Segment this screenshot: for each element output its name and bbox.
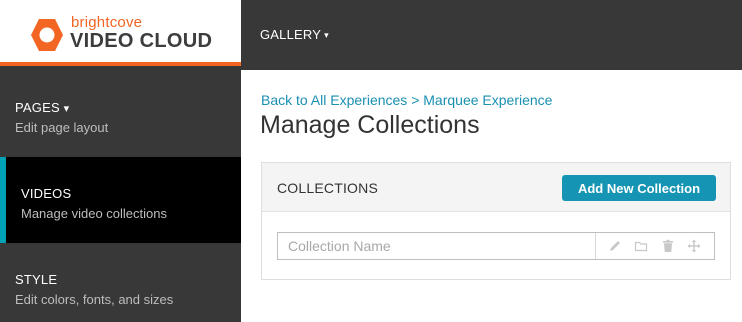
- move-icon[interactable]: [687, 239, 701, 253]
- sidebar-item-pages[interactable]: PAGES ▾ Edit page layout: [0, 71, 241, 157]
- folder-icon[interactable]: [634, 239, 648, 253]
- sidebar-item-subtitle: Edit page layout: [15, 120, 109, 135]
- top-bar: GALLERY ▾: [241, 0, 742, 70]
- chevron-down-icon: ▾: [324, 30, 329, 40]
- breadcrumb-separator: >: [411, 92, 420, 108]
- page-title: Manage Collections: [260, 111, 480, 139]
- breadcrumb-current-link[interactable]: Marquee Experience: [423, 92, 552, 108]
- panel-header: COLLECTIONS Add New Collection: [262, 163, 730, 212]
- sidebar: brightcove VIDEO CLOUD PAGES ▾ Edit page…: [0, 0, 241, 322]
- chevron-down-icon: ▾: [63, 103, 70, 115]
- sidebar-item-style[interactable]: STYLE Edit colors, fonts, and sizes: [0, 243, 241, 322]
- pencil-icon[interactable]: [608, 239, 622, 253]
- sidebar-item-label: PAGES: [15, 100, 60, 115]
- add-new-collection-button[interactable]: Add New Collection: [562, 175, 716, 201]
- active-indicator: [0, 157, 6, 243]
- breadcrumb-back-link[interactable]: Back to All Experiences: [261, 92, 407, 108]
- breadcrumb: Back to All Experiences > Marquee Experi…: [261, 92, 552, 108]
- sidebar-item-label: VIDEOS: [21, 186, 72, 201]
- sidebar-item-label: STYLE: [15, 272, 58, 287]
- panel-title: COLLECTIONS: [277, 180, 378, 196]
- collection-name-input[interactable]: [278, 233, 596, 259]
- brand-logo[interactable]: brightcove VIDEO CLOUD: [0, 0, 241, 66]
- brand-small-text: brightcove: [71, 14, 143, 31]
- sidebar-item-videos[interactable]: VIDEOS Manage video collections: [0, 157, 241, 243]
- gallery-menu[interactable]: GALLERY ▾: [260, 27, 329, 42]
- app: brightcove VIDEO CLOUD PAGES ▾ Edit page…: [0, 0, 742, 322]
- sidebar-item-pages-title: PAGES ▾: [15, 100, 69, 115]
- trash-icon[interactable]: [661, 239, 675, 253]
- sidebar-item-subtitle: Edit colors, fonts, and sizes: [15, 292, 174, 307]
- sidebar-item-subtitle: Manage video collections: [21, 206, 167, 221]
- brand-big-text: VIDEO CLOUD: [70, 30, 213, 52]
- collection-row: [277, 232, 715, 260]
- brightcove-logo-icon: [31, 19, 63, 51]
- gallery-menu-label: GALLERY: [260, 27, 322, 42]
- collections-panel: COLLECTIONS Add New Collection: [261, 162, 731, 280]
- main-content: Back to All Experiences > Marquee Experi…: [241, 70, 742, 322]
